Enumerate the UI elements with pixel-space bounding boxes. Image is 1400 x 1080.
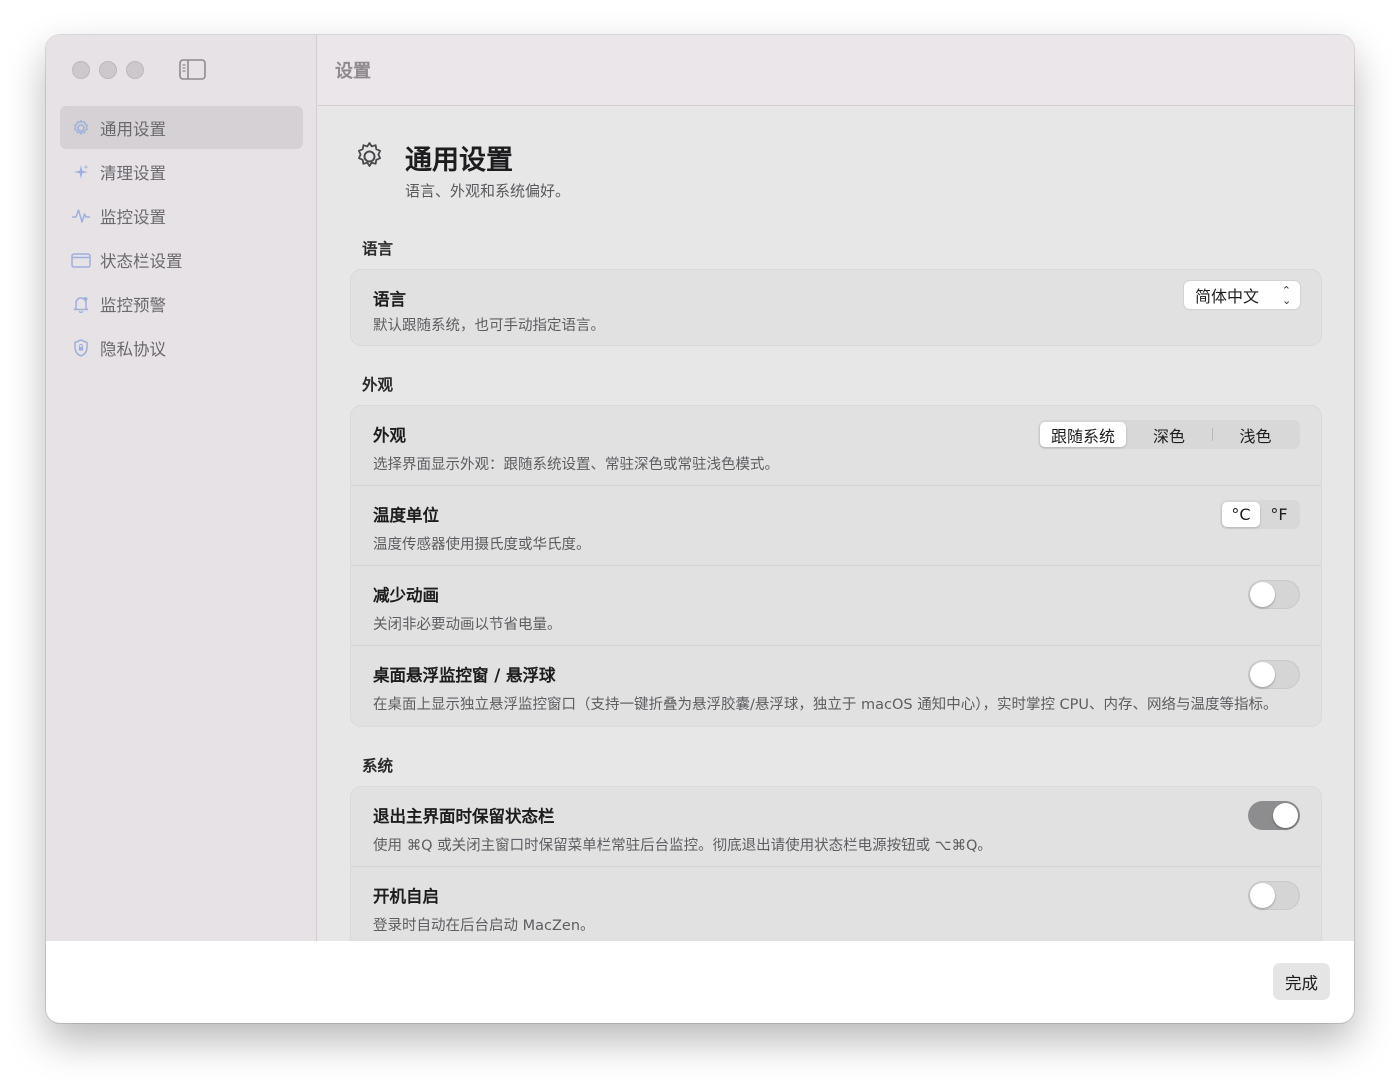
sidebar-item-label: 监控设置 xyxy=(100,207,166,227)
row-title: 桌面悬浮监控窗 / 悬浮球 xyxy=(373,666,556,685)
sparkles-icon xyxy=(71,162,91,182)
chevron-up-down-icon: ⌃ ⌃ xyxy=(1281,284,1291,306)
appearance-option-dark[interactable]: 深色 xyxy=(1126,422,1212,447)
bell-icon xyxy=(71,294,91,314)
row-description: 默认跟随系统，也可手动指定语言。 xyxy=(373,318,605,334)
sidebar-item-cleanup[interactable]: 清理设置 xyxy=(60,150,303,193)
sidebar-item-label: 清理设置 xyxy=(100,163,166,183)
system-card: 退出主界面时保留状态栏 使用 ⌘Q 或关闭主窗口时保留菜单栏常驻后台监控。彻底退… xyxy=(350,786,1322,941)
appearance-row: 外观 选择界面显示外观：跟随系统设置、常驻深色或常驻浅色模式。 跟随系统 深色 … xyxy=(351,406,1321,486)
gear-icon xyxy=(353,140,386,173)
page-header: 通用设置 语言、外观和系统偏好。 xyxy=(350,106,1322,224)
main-pane: 设置 通用设置 语言、外观和系统偏好。 语言 语言 默认跟随系统，也可手动指定语… xyxy=(318,35,1354,941)
toggle-knob xyxy=(1250,662,1275,687)
section-label-appearance: 外观 xyxy=(362,376,394,394)
row-title: 语言 xyxy=(373,290,406,309)
appearance-option-system[interactable]: 跟随系统 xyxy=(1040,422,1126,447)
toggle-knob xyxy=(1250,582,1275,607)
window-title: 设置 xyxy=(318,35,1354,106)
launch-at-login-toggle[interactable] xyxy=(1248,881,1300,910)
temperature-unit-segmented-control: °C °F xyxy=(1220,500,1300,529)
gear-icon xyxy=(71,118,91,138)
floating-monitor-toggle[interactable] xyxy=(1248,660,1300,689)
temperature-option-fahrenheit[interactable]: °F xyxy=(1260,502,1298,527)
sidebar-item-general[interactable]: 通用设置 xyxy=(60,106,303,149)
sidebar-item-label: 隐私协议 xyxy=(100,339,166,359)
menubar-icon xyxy=(71,250,91,270)
sidebar: 通用设置 清理设置 监控设置 状态栏设置 监控预警 隐私协议 xyxy=(46,35,317,941)
row-title: 退出主界面时保留状态栏 xyxy=(373,807,555,826)
row-description: 关闭非必要动画以节省电量。 xyxy=(373,617,562,633)
row-title: 温度单位 xyxy=(373,506,439,525)
row-description: 登录时自动在后台启动 MacZen。 xyxy=(373,918,595,934)
appearance-card: 外观 选择界面显示外观：跟随系统设置、常驻深色或常驻浅色模式。 跟随系统 深色 … xyxy=(350,405,1322,727)
section-label-system: 系统 xyxy=(362,757,394,775)
settings-window: 通用设置 清理设置 监控设置 状态栏设置 监控预警 隐私协议 设置 通用设置 语… xyxy=(46,35,1354,1023)
row-description: 选择界面显示外观：跟随系统设置、常驻深色或常驻浅色模式。 xyxy=(373,457,779,473)
row-title: 减少动画 xyxy=(373,586,439,605)
row-description: 在桌面上显示独立悬浮监控窗口（支持一键折叠为悬浮胶囊/悬浮球，独立于 macOS… xyxy=(373,697,1278,713)
minimize-window-button[interactable] xyxy=(99,61,117,79)
sidebar-item-label: 状态栏设置 xyxy=(100,251,183,271)
sidebar-item-alerts[interactable]: 监控预警 xyxy=(60,282,303,325)
appearance-segmented-control: 跟随系统 深色 浅色 xyxy=(1038,420,1300,449)
launch-at-login-row: 开机自启 登录时自动在后台启动 MacZen。 xyxy=(351,867,1321,941)
reduce-motion-row: 减少动画 关闭非必要动画以节省电量。 xyxy=(351,566,1321,646)
language-row: 语言 默认跟随系统，也可手动指定语言。 简体中文 ⌃ ⌃ xyxy=(351,270,1321,345)
row-description: 温度传感器使用摄氏度或华氏度。 xyxy=(373,537,591,553)
reduce-motion-toggle[interactable] xyxy=(1248,580,1300,609)
sidebar-item-label: 通用设置 xyxy=(100,119,166,139)
footer-bar: 完成 xyxy=(46,941,1354,1023)
language-select-value: 简体中文 xyxy=(1195,287,1260,306)
temperature-unit-row: 温度单位 温度传感器使用摄氏度或华氏度。 °C °F xyxy=(351,486,1321,566)
zoom-window-button[interactable] xyxy=(126,61,144,79)
row-description: 使用 ⌘Q 或关闭主窗口时保留菜单栏常驻后台监控。彻底退出请使用状态栏电源按钮或… xyxy=(373,838,992,854)
page-title: 通用设置 xyxy=(405,145,513,176)
language-select[interactable]: 简体中文 ⌃ ⌃ xyxy=(1184,281,1300,309)
sidebar-item-monitor[interactable]: 监控设置 xyxy=(60,194,303,237)
shield-icon xyxy=(71,338,91,358)
keep-menubar-row: 退出主界面时保留状态栏 使用 ⌘Q 或关闭主窗口时保留菜单栏常驻后台监控。彻底退… xyxy=(351,787,1321,867)
appearance-option-light[interactable]: 浅色 xyxy=(1213,422,1298,447)
sidebar-toggle-icon[interactable] xyxy=(179,59,206,80)
done-button[interactable]: 完成 xyxy=(1273,963,1330,1000)
keep-menubar-toggle[interactable] xyxy=(1248,801,1300,830)
row-title: 外观 xyxy=(373,426,406,445)
close-window-button[interactable] xyxy=(72,61,90,79)
settings-content: 通用设置 语言、外观和系统偏好。 语言 语言 默认跟随系统，也可手动指定语言。 … xyxy=(350,106,1322,941)
row-title: 开机自启 xyxy=(373,887,439,906)
floating-monitor-row: 桌面悬浮监控窗 / 悬浮球 在桌面上显示独立悬浮监控窗口（支持一键折叠为悬浮胶囊… xyxy=(351,646,1321,726)
window-controls xyxy=(72,61,144,79)
toggle-knob xyxy=(1273,803,1298,828)
sidebar-item-menubar[interactable]: 状态栏设置 xyxy=(60,238,303,281)
toggle-knob xyxy=(1250,883,1275,908)
temperature-option-celsius[interactable]: °C xyxy=(1222,502,1260,527)
language-card: 语言 默认跟随系统，也可手动指定语言。 简体中文 ⌃ ⌃ xyxy=(350,269,1322,346)
waveform-icon xyxy=(71,206,91,226)
sidebar-item-privacy[interactable]: 隐私协议 xyxy=(60,326,303,369)
sidebar-item-label: 监控预警 xyxy=(100,295,166,315)
page-subtitle: 语言、外观和系统偏好。 xyxy=(405,182,571,200)
section-label-language: 语言 xyxy=(362,240,394,258)
sidebar-nav: 通用设置 清理设置 监控设置 状态栏设置 监控预警 隐私协议 xyxy=(60,106,303,370)
